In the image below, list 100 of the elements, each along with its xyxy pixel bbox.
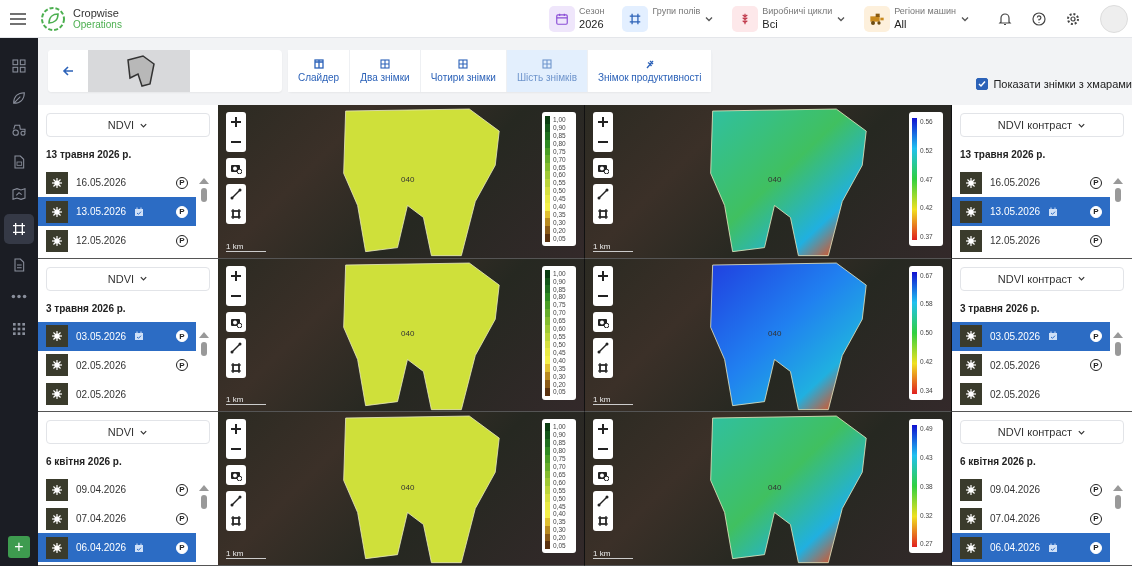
index-dropdown[interactable]: NDVI контраст <box>960 266 1124 291</box>
image-list-item[interactable]: 09.04.2026 P <box>38 475 196 505</box>
sun-icon <box>51 483 63 496</box>
date-heading: 6 квітня 2026 р. <box>960 456 1037 468</box>
field-label: 040 <box>768 482 782 492</box>
more-icon <box>11 294 27 299</box>
harvester-icon <box>869 11 886 26</box>
sun-icon <box>965 176 977 189</box>
calendar-check-icon <box>134 331 145 342</box>
chevron-down-icon <box>139 274 149 284</box>
split-view-icon <box>313 59 324 69</box>
sun-icon <box>965 483 977 496</box>
provider-badge: P <box>1090 330 1102 343</box>
index-dropdown[interactable]: NDVI <box>46 420 210 445</box>
sun-icon <box>51 176 63 189</box>
image-list-item[interactable]: 07.04.2026 P <box>952 504 1110 534</box>
image-date: 16.05.2026 <box>990 177 1041 188</box>
provider-badge: P <box>176 205 188 218</box>
view-tab[interactable]: Чотири знімки <box>420 50 507 92</box>
filter-value[interactable]: Всі <box>762 17 833 31</box>
image-date: 13.05.2026 <box>76 206 127 217</box>
grid-view-icon <box>458 59 469 69</box>
grid-view-icon <box>541 59 552 69</box>
image-list-item[interactable]: 02.05.2026 P <box>38 350 196 380</box>
provider-badge: P <box>176 541 188 554</box>
image-date: 16.05.2026 <box>76 177 127 188</box>
filter-label: Регіони машин <box>894 6 956 17</box>
index-dropdown[interactable]: NDVI контраст <box>960 113 1124 137</box>
calendar-check-icon <box>134 206 145 217</box>
camera-icon <box>230 469 242 482</box>
date-heading: 13 травня 2026 р. <box>960 149 1047 160</box>
add-button[interactable]: + <box>8 536 30 558</box>
ruler-line-icon <box>597 495 609 508</box>
image-date: 02.05.2026 <box>76 388 127 400</box>
image-list-item[interactable]: 09.04.2026 P <box>952 475 1110 505</box>
sun-icon <box>965 359 977 372</box>
plus-icon <box>597 116 609 128</box>
date-heading: 6 квітня 2026 р. <box>46 456 123 468</box>
apps-icon <box>11 320 27 337</box>
provider-badge: P <box>1090 541 1102 554</box>
menu-icon[interactable] <box>10 12 26 25</box>
index-dropdown[interactable]: NDVI <box>46 266 210 291</box>
filter-value[interactable]: 2026 <box>579 17 605 31</box>
filter-label: Сезон <box>579 6 605 17</box>
sun-icon <box>51 512 63 525</box>
image-list-item[interactable]: 02.05.2026 <box>952 379 1110 409</box>
image-date: 12.05.2026 <box>990 235 1041 246</box>
image-list-item[interactable]: 13.05.2026 P <box>38 197 196 226</box>
image-date: 03.05.2026 <box>76 330 127 342</box>
date-heading: 3 травня 2026 р. <box>960 302 1041 314</box>
sun-icon <box>51 388 63 401</box>
area-frame-icon <box>597 208 609 220</box>
help-icon[interactable] <box>1032 11 1046 26</box>
date-heading: 3 травня 2026 р. <box>46 302 127 314</box>
image-list-item[interactable]: 06.04.2026 P <box>952 533 1110 563</box>
field-label: 040 <box>768 175 782 185</box>
image-list-item[interactable]: 07.04.2026 P <box>38 504 196 534</box>
field-label: 040 <box>401 175 415 185</box>
view-tab[interactable]: Знімок продуктивності <box>588 50 713 92</box>
index-dropdown[interactable]: NDVI контраст <box>960 420 1124 445</box>
sidebar-item[interactable] <box>4 214 34 244</box>
view-tab[interactable]: Два знімки <box>350 50 421 92</box>
image-list-item[interactable]: 03.05.2026 P <box>38 321 196 351</box>
image-list-item[interactable]: 06.04.2026 P <box>38 533 196 563</box>
bell-icon[interactable] <box>998 11 1012 26</box>
filter-label: Виробничі цикли <box>762 6 833 17</box>
image-date: 03.05.2026 <box>990 330 1041 342</box>
image-list-item[interactable]: 02.05.2026 <box>38 379 196 409</box>
image-list-item[interactable]: 16.05.2026 P <box>952 168 1110 197</box>
area-frame-icon <box>597 515 609 528</box>
image-list-item[interactable]: 12.05.2026 P <box>952 226 1110 255</box>
image-list-item[interactable]: 13.05.2026 P <box>952 197 1110 226</box>
provider-badge: P <box>176 330 188 343</box>
map-icon <box>11 185 27 202</box>
index-dropdown[interactable]: NDVI <box>46 113 210 137</box>
image-list-item[interactable]: 12.05.2026 P <box>38 226 196 255</box>
image-date: 07.04.2026 <box>990 513 1041 525</box>
ruler-line-icon <box>230 188 242 200</box>
arrow-left-icon <box>62 65 74 77</box>
sun-icon <box>51 359 63 372</box>
checkbox[interactable] <box>976 78 989 90</box>
sun-icon <box>965 541 977 554</box>
sun-icon <box>965 205 977 218</box>
field-label: 040 <box>768 328 782 338</box>
view-tab[interactable]: Слайдер <box>288 50 351 92</box>
calendar-check-icon <box>134 542 145 553</box>
camera-icon <box>597 469 609 482</box>
chevron-down-icon <box>1077 274 1087 284</box>
settings-icon[interactable] <box>1066 11 1080 26</box>
brand-name: Cropwise <box>73 6 120 19</box>
image-list-item[interactable]: 03.05.2026 P <box>952 321 1110 351</box>
image-date: 09.04.2026 <box>76 484 127 496</box>
image-list-item[interactable]: 02.05.2026 P <box>952 350 1110 380</box>
sun-icon <box>51 330 63 343</box>
ruler-line-icon <box>597 341 609 354</box>
filter-label: Групи полів <box>652 6 701 17</box>
sun-icon <box>965 330 977 343</box>
image-list-item[interactable]: 16.05.2026 P <box>38 168 196 197</box>
filter-value[interactable]: All <box>894 17 956 31</box>
area-frame-icon <box>230 361 242 374</box>
